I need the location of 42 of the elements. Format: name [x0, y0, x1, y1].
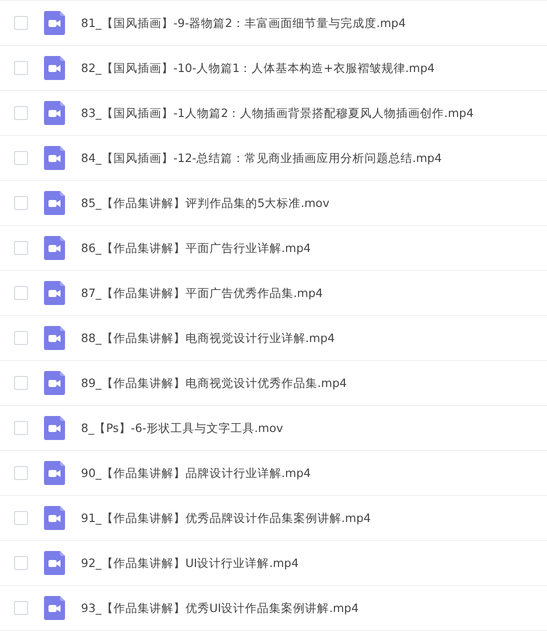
file-name[interactable]: 93_【作品集讲解】优秀UI设计作品集案例讲解.mp4: [81, 600, 359, 616]
checkbox[interactable]: [14, 16, 28, 30]
video-file-icon: [44, 371, 65, 395]
video-file-icon: [44, 191, 65, 215]
file-name[interactable]: 83_【国风插画】-1人物篇2：人物插画背景搭配穆夏风人物插画创作.mp4: [81, 106, 474, 120]
video-file-icon: [44, 416, 65, 440]
checkbox[interactable]: [14, 151, 28, 165]
file-name[interactable]: 85_【作品集讲解】评判作品集的5大标准.mov: [81, 196, 330, 210]
video-file-icon: [44, 281, 65, 305]
video-file-icon: [44, 146, 65, 170]
checkbox[interactable]: [14, 376, 28, 390]
file-name[interactable]: 90_【作品集讲解】品牌设计行业详解.mp4: [81, 466, 311, 480]
file-name[interactable]: 81_【国风插画】-9-器物篇2：丰富画面细节量与完成度.mp4: [81, 16, 406, 30]
file-name[interactable]: 88_【作品集讲解】电商视觉设计行业详解.mp4: [81, 330, 335, 346]
checkbox[interactable]: [14, 106, 28, 120]
checkbox[interactable]: [14, 61, 28, 75]
checkbox[interactable]: [14, 556, 28, 570]
file-name[interactable]: 92_【作品集讲解】UI设计行业详解.mp4: [81, 556, 299, 570]
video-file-icon: [44, 56, 65, 80]
file-name[interactable]: 87_【作品集讲解】平面广告优秀作品集.mp4: [81, 286, 323, 300]
file-name[interactable]: 86_【作品集讲解】平面广告行业详解.mp4: [81, 240, 311, 256]
checkbox[interactable]: [14, 601, 28, 615]
file-name[interactable]: 91_【作品集讲解】优秀品牌设计作品集案例讲解.mp4: [81, 510, 371, 526]
checkbox[interactable]: [14, 511, 28, 525]
video-file-icon: [44, 101, 65, 125]
checkbox[interactable]: [14, 466, 28, 480]
file-name[interactable]: 8_【Ps】-6-形状工具与文字工具.mov: [81, 420, 284, 436]
video-file-icon: [44, 461, 65, 485]
file-name[interactable]: 89_【作品集讲解】电商视觉设计优秀作品集.mp4: [81, 376, 347, 390]
checkbox[interactable]: [14, 331, 28, 345]
video-file-icon: [44, 236, 65, 260]
file-name[interactable]: 82_【国风插画】-10-人物篇1：人体基本构造+衣服褶皱规律.mp4: [81, 60, 435, 76]
checkbox[interactable]: [14, 421, 28, 435]
video-file-icon: [44, 596, 65, 620]
video-file-icon: [44, 551, 65, 575]
checkbox[interactable]: [14, 241, 28, 255]
video-file-icon: [44, 326, 65, 350]
video-file-icon: [44, 506, 65, 530]
checkbox[interactable]: [14, 196, 28, 210]
checkbox[interactable]: [14, 286, 28, 300]
video-file-icon: [44, 11, 65, 35]
file-name[interactable]: 84_【国风插画】-12-总结篇：常见商业插画应用分析问题总结.mp4: [81, 150, 442, 166]
